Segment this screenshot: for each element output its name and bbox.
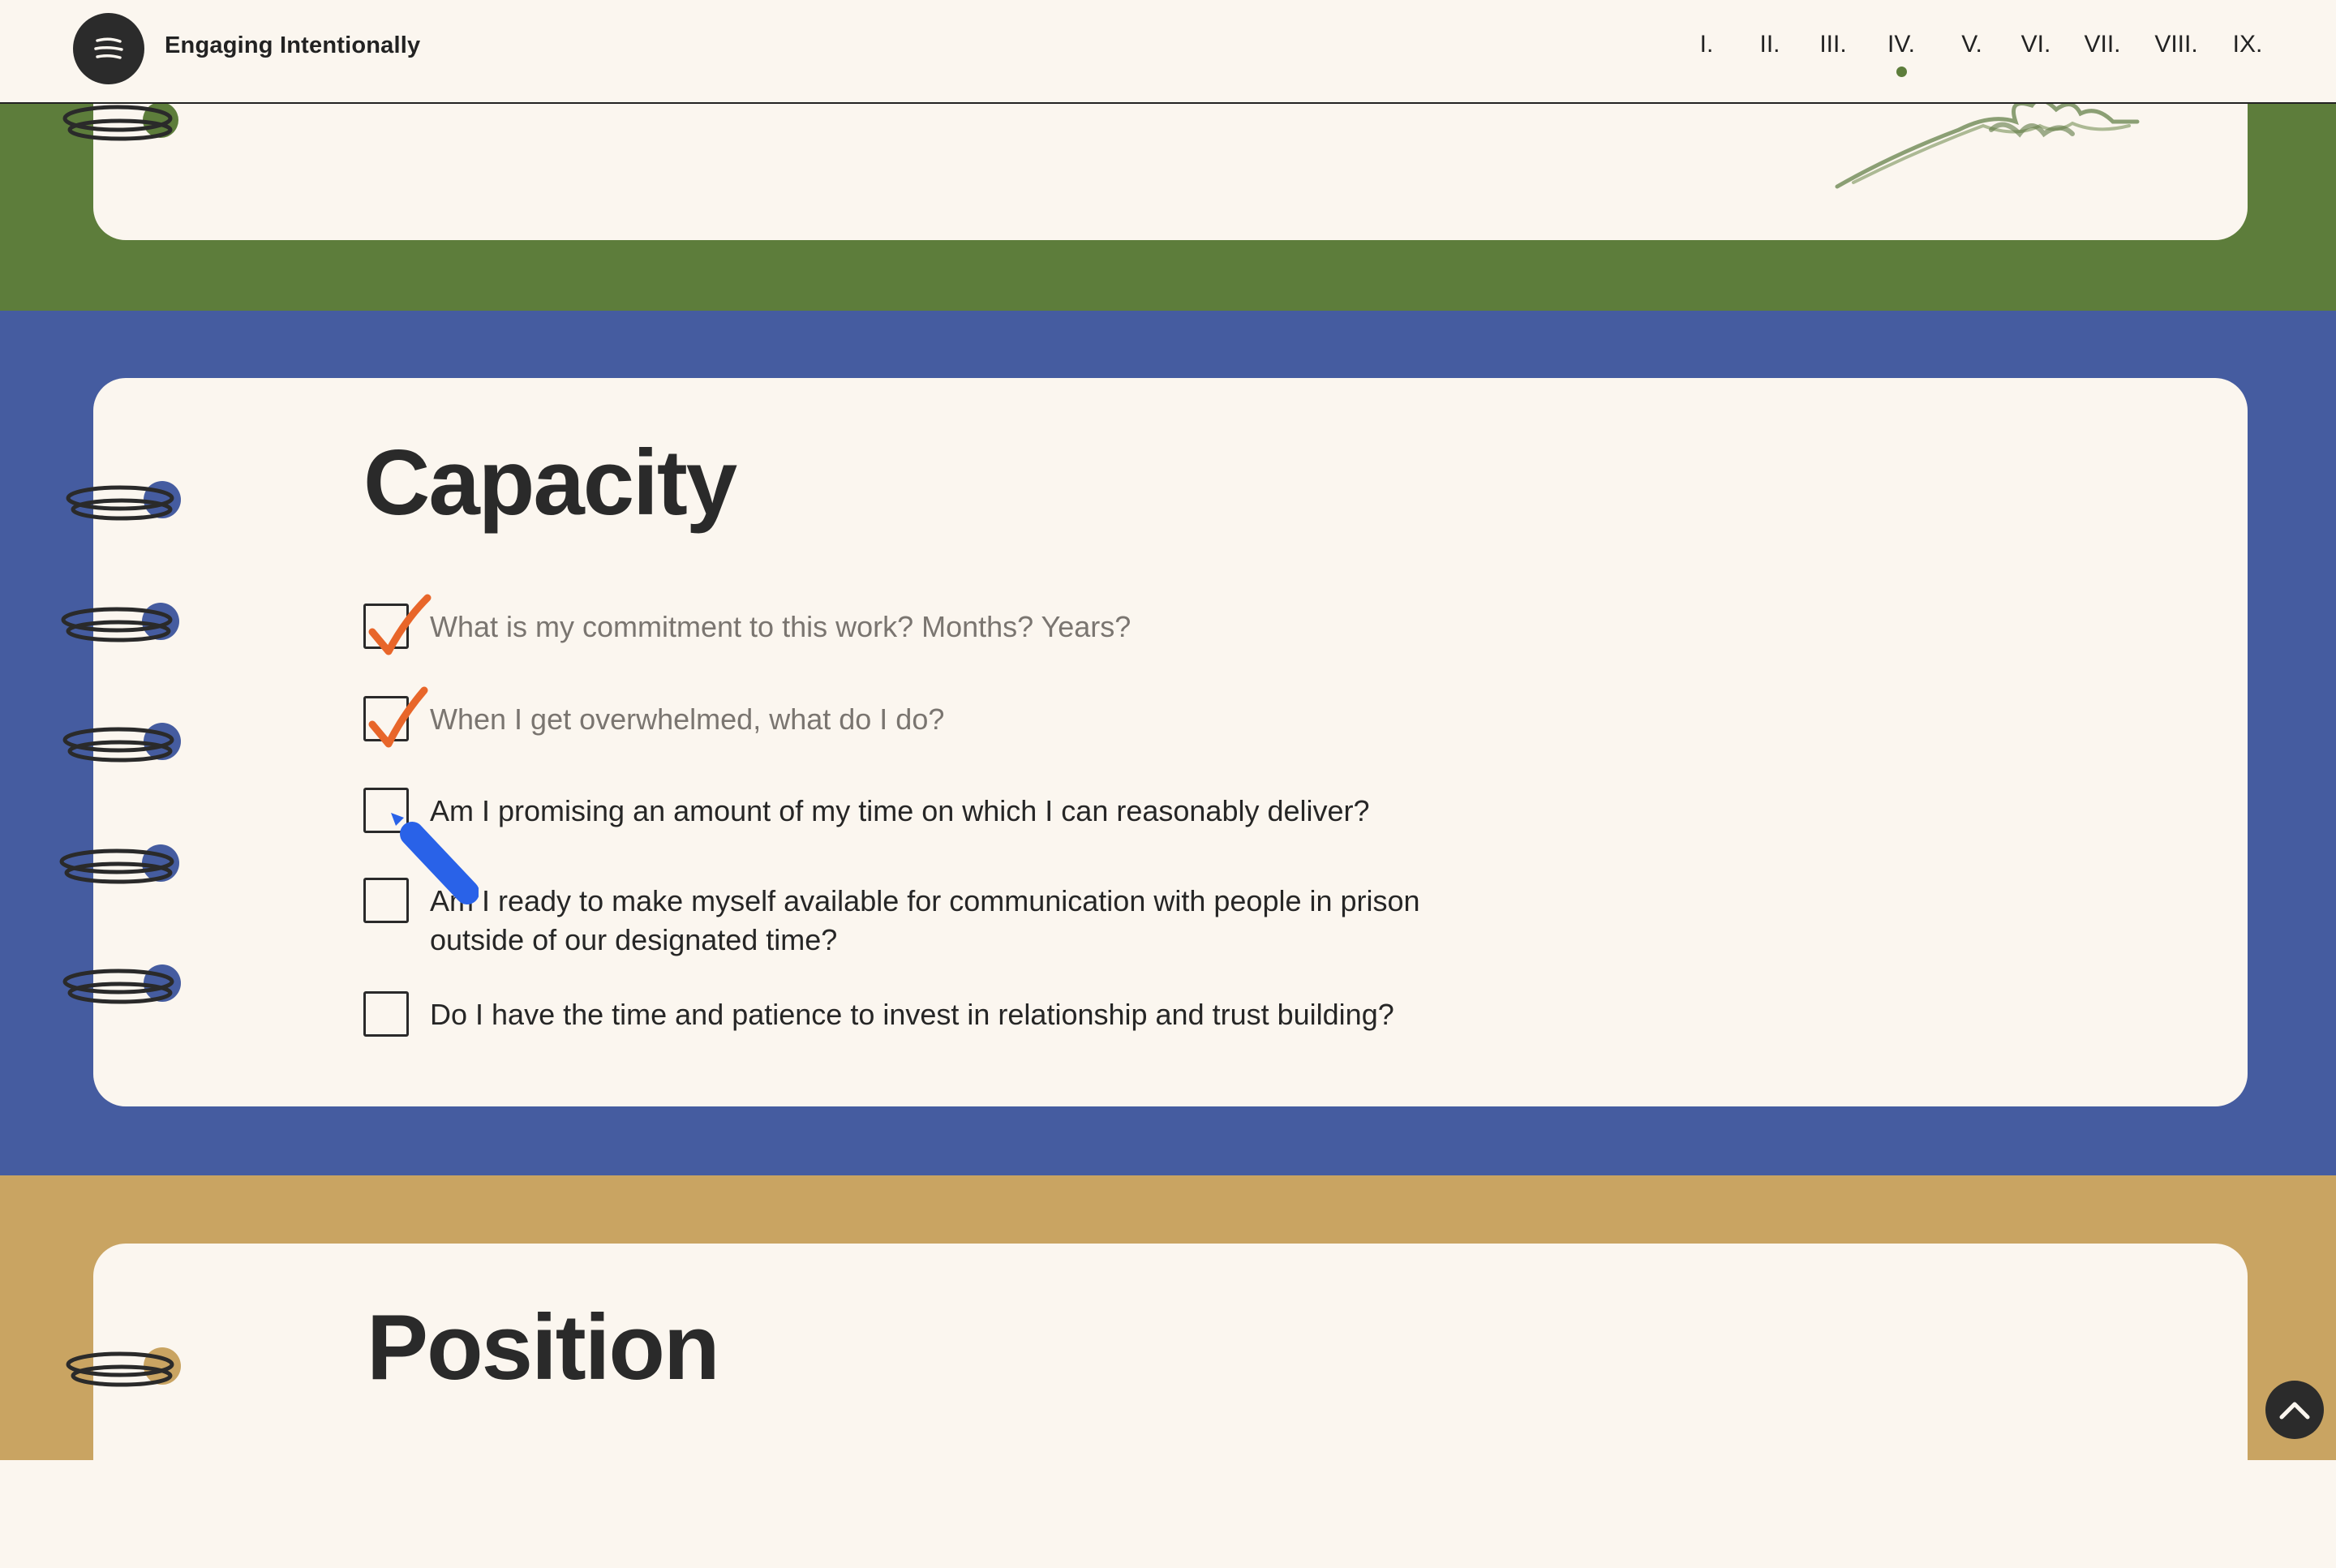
checklist-item-text: What is my commitment to this work? Mont…	[430, 610, 1132, 643]
nav-item-7[interactable]: VII.	[2084, 31, 2120, 58]
checkmark-icon	[368, 686, 428, 748]
nav-item-6[interactable]: VI.	[2021, 31, 2051, 58]
checkbox-checked[interactable]	[363, 594, 432, 655]
binder-ring	[61, 603, 179, 642]
back-to-top-button[interactable]	[2265, 1381, 2324, 1439]
scribble-doodle	[1835, 98, 2140, 189]
nav-item-4[interactable]: IV.	[1887, 31, 1915, 58]
section-title-capacity: Capacity	[363, 432, 737, 535]
nav-item-2[interactable]: II.	[1759, 31, 1780, 58]
nav-item-5[interactable]: V.	[1961, 31, 1982, 58]
checklist-item[interactable]: What is my commitment to this work? Mont…	[363, 594, 1501, 655]
chapter-nav: I. II. III. IV. V. VI. VII. VIII. IX.	[0, 31, 2336, 79]
binder-ring	[62, 964, 181, 1004]
checklist-item-text: Do I have the time and patience to inves…	[430, 998, 1394, 1031]
checklist-item[interactable]: Am I promising an amount of my time on w…	[363, 788, 1501, 833]
binder-ring	[59, 844, 179, 884]
position-card	[93, 1244, 2248, 1568]
chevron-up-icon	[2279, 1402, 2310, 1420]
checklist-item-text: When I get overwhelmed, what do I do?	[430, 702, 945, 736]
checkmark-icon	[368, 594, 432, 655]
nav-item-3[interactable]: III.	[1819, 31, 1846, 58]
checklist-item-text: Am I ready to make myself available for …	[430, 884, 1420, 956]
binder-ring	[66, 1347, 181, 1387]
pen-cursor-icon	[391, 813, 479, 904]
active-nav-indicator	[1896, 67, 1907, 77]
checklist-item-text: Am I promising an amount of my time on w…	[430, 794, 1370, 827]
checklist-item[interactable]: Am I ready to make myself available for …	[363, 878, 1501, 960]
checklist-item[interactable]: Do I have the time and patience to inves…	[363, 991, 1501, 1037]
checkbox-unchecked[interactable]	[363, 991, 409, 1037]
nav-item-9[interactable]: IX.	[2233, 31, 2263, 58]
binder-ring	[66, 481, 181, 521]
section-title-position: Position	[367, 1296, 720, 1399]
nav-item-8[interactable]: VIII.	[2154, 31, 2197, 58]
binder-ring	[62, 723, 181, 763]
checkbox-checked[interactable]	[363, 686, 428, 748]
checklist-item[interactable]: When I get overwhelmed, what do I do?	[363, 686, 1501, 748]
site-header: Engaging Intentionally I. II. III. IV. V…	[0, 0, 2336, 104]
nav-item-1[interactable]: I.	[1700, 31, 1714, 58]
